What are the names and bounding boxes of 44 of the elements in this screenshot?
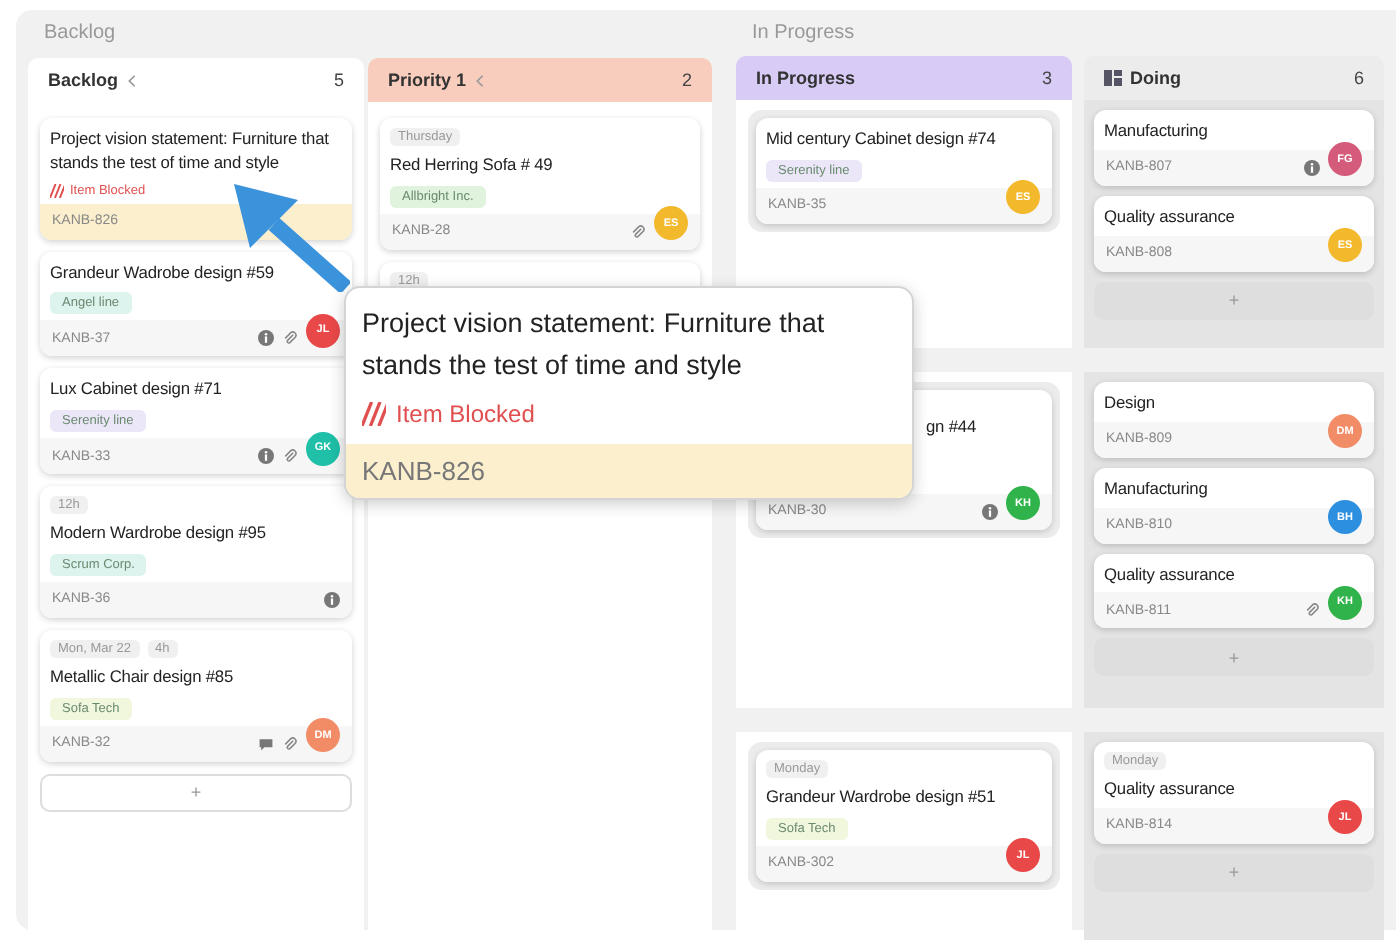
column-title: Doing: [1130, 68, 1181, 88]
blocked-icon: [362, 401, 386, 426]
card-count: 3: [1041, 68, 1052, 88]
card-title: Manufacturing: [1104, 477, 1210, 502]
card-count: 6: [1353, 68, 1364, 88]
paperclip-icon: [1304, 602, 1320, 619]
card-title: Red Herring Sofa # 49: [390, 154, 555, 178]
board-icon: [1104, 70, 1122, 86]
card-title: Quality assurance: [1104, 563, 1237, 587]
paperclip-icon: [282, 735, 298, 752]
paperclip-icon: [282, 448, 298, 465]
chevron-icon[interactable]: [474, 73, 487, 87]
card-title: Quality assurance: [1104, 778, 1237, 802]
column-title: Priority 1: [388, 70, 467, 90]
preview-title: Project vision statement: Furniture that stands the test of time and style: [360, 306, 827, 384]
card-title: Project vision statement: Furniture that stands the test of time and style: [50, 128, 331, 176]
info-icon: [258, 448, 274, 465]
card-title: Modern Wardrobe design #95: [50, 522, 268, 546]
info-icon: [258, 330, 274, 347]
card-count: 2: [681, 70, 692, 90]
card-title: Quality assurance: [1104, 205, 1237, 230]
card-title: gn #44: [924, 416, 979, 440]
blocked-icon: [50, 183, 64, 198]
chevron-icon[interactable]: [126, 73, 139, 87]
blocked-text: Item Blocked: [396, 399, 535, 428]
card-title: Grandeur Wadrobe design #59: [50, 261, 276, 285]
card-title: Manufacturing: [1104, 120, 1210, 144]
card-title: Lux Cabinet design #71: [50, 378, 224, 403]
card-title: Grandeur Wardrobe design #51: [766, 786, 998, 810]
group-title: Backlog: [42, 20, 118, 48]
card-title: Design: [1104, 392, 1157, 416]
column-title: In Progress: [756, 68, 856, 88]
paperclip-icon: [282, 330, 298, 347]
column-title: Backlog: [48, 70, 119, 90]
card-id: KANB-826: [346, 443, 912, 498]
card-title: Mid century Cabinet design #74: [766, 128, 998, 152]
paperclip-icon: [630, 223, 646, 240]
group-title: In Progress: [750, 20, 857, 48]
info-icon: [1304, 159, 1320, 176]
card-title: Metallic Chair design #85: [50, 665, 236, 690]
info-icon: [324, 591, 340, 608]
card-count: 5: [333, 70, 344, 90]
info-icon: [982, 503, 998, 520]
comment-icon: [258, 735, 274, 752]
